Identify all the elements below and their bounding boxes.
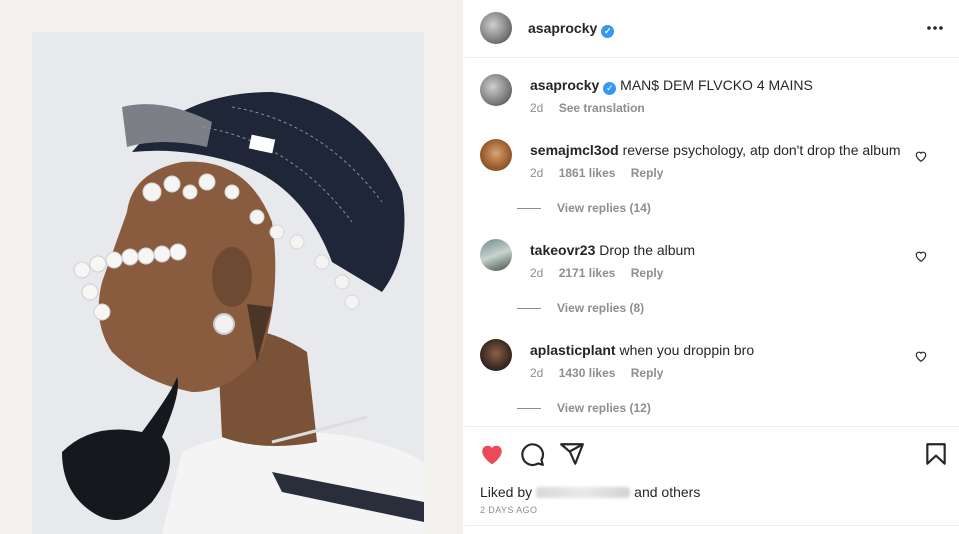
caption-username[interactable]: asaprocky [530,77,599,93]
caption-author-avatar[interactable] [480,74,512,106]
comment-likes[interactable]: 2171 likes [559,266,616,280]
see-translation-link[interactable]: See translation [559,101,645,115]
comment-age: 2d [530,166,544,180]
liked-by-prefix: Liked by [480,484,533,500]
caption-body: asaprocky ✓ MAN$ DEM FLVCKO 4 MAINS [530,76,910,95]
caption-age: 2d [530,101,544,115]
author-username-row: asaprocky ✓ [528,20,615,38]
comment-age: 2d [530,366,544,380]
comment-likes[interactable]: 1861 likes [559,166,616,180]
reply-button[interactable]: Reply [631,166,664,180]
comment-body: aplasticplant when you droppin bro [530,341,910,359]
comment-username[interactable]: aplasticplant [530,342,616,358]
replies-divider-line [517,208,541,210]
comment-avatar[interactable] [480,239,512,271]
comment-username[interactable]: takeovr23 [530,242,595,258]
comment-text: reverse psychology, atp don't drop the a… [622,142,901,158]
comment-avatar[interactable] [480,139,512,171]
comment-body: takeovr23 Drop the album [530,241,910,259]
post-header: asaprocky ✓ [463,0,959,58]
liked-by-suffix: and others [634,484,701,500]
post-media[interactable] [0,0,462,534]
reply-button[interactable]: Reply [631,366,664,380]
more-options-icon[interactable] [925,18,945,38]
liked-by-username-redacted [536,487,631,498]
photo-illustration [32,32,424,534]
view-replies-label: View replies (14) [557,201,651,215]
comment-username[interactable]: semajmcl3od [530,142,619,158]
comment-icon[interactable] [519,441,545,467]
caption-meta: 2d See translation [530,101,657,115]
view-replies-label: View replies (12) [557,401,651,415]
comment-meta: 2d 1430 likes Reply [530,366,675,380]
comment-avatar[interactable] [480,339,512,371]
replies-divider-line [517,308,541,310]
verified-badge-icon: ✓ [601,25,615,38]
caption-text: MAN$ DEM FLVCKO 4 MAINS [620,77,813,93]
reply-button[interactable]: Reply [631,266,664,280]
comment-meta: 2d 2171 likes Reply [530,266,675,280]
heart-icon[interactable] [479,441,505,467]
timestamp-text: 2 DAYS AGO [480,505,538,515]
bookmark-icon[interactable] [923,441,949,467]
comment-likes[interactable]: 1430 likes [559,366,616,380]
comment-text: Drop the album [599,242,695,258]
comment-text: when you droppin bro [619,342,755,358]
author-username[interactable]: asaprocky [528,20,597,36]
author-avatar[interactable] [480,12,512,44]
liked-by-summary[interactable]: Liked by and others [480,484,700,500]
actions-bottom-divider [463,525,959,526]
comment-body: semajmcl3od reverse psychology, atp don'… [530,141,910,159]
share-icon[interactable] [559,441,585,467]
comment-like-heart-icon[interactable] [914,349,928,363]
post-actions: Liked by and others 2 DAYS AGO [463,426,959,534]
comment-like-heart-icon[interactable] [914,149,928,163]
comment-age: 2d [530,266,544,280]
view-replies-button[interactable]: View replies (12) [517,401,651,415]
post-timestamp: 2 DAYS AGO [480,505,537,515]
replies-divider-line [517,408,541,410]
view-replies-button[interactable]: View replies (14) [517,201,651,215]
verified-badge-icon: ✓ [603,82,617,95]
view-replies-label: View replies (8) [557,301,645,315]
post-details-panel: asaprocky ✓ asaprocky ✓ MAN$ DEM FLVCKO 4 … [463,0,959,534]
comment-meta: 2d 1861 likes Reply [530,166,675,180]
view-replies-button[interactable]: View replies (8) [517,301,644,315]
post-photo [32,32,424,534]
comment-like-heart-icon[interactable] [914,249,928,263]
